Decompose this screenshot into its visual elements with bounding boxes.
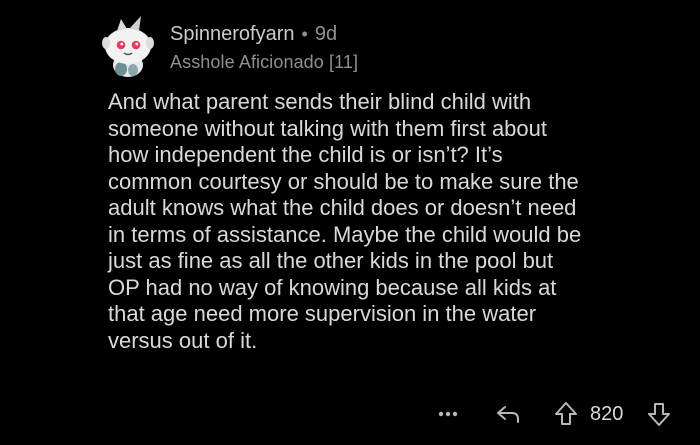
- meta-separator: •: [301, 24, 308, 44]
- downvote-button[interactable]: [645, 400, 673, 428]
- comment-meta: Spinnerofyarn • 9d Asshole Aficionado [1…: [170, 22, 358, 73]
- downvote-arrow-icon: [648, 403, 670, 426]
- upvote-arrow-icon: [555, 402, 577, 425]
- reply-button[interactable]: [494, 400, 522, 428]
- comment: Spinnerofyarn • 9d Asshole Aficionado [1…: [0, 0, 700, 445]
- more-options-button[interactable]: [434, 400, 462, 428]
- vote-score: 820: [590, 403, 624, 425]
- author-name[interactable]: Spinnerofyarn: [170, 22, 295, 46]
- more-dots-icon: [438, 411, 458, 417]
- comment-age: 9d: [314, 23, 338, 45]
- comment-header: Spinnerofyarn • 9d: [170, 22, 358, 46]
- upvote-button[interactable]: [552, 400, 580, 428]
- user-flair: Asshole Aficionado [11]: [170, 52, 359, 72]
- avatar[interactable]: [97, 13, 159, 79]
- reply-arrow-icon: [497, 406, 519, 423]
- comment-body: And what parent sends their blind child …: [108, 89, 582, 353]
- snoo-avatar-icon: [102, 16, 154, 77]
- comment-actions: 820: [0, 398, 700, 430]
